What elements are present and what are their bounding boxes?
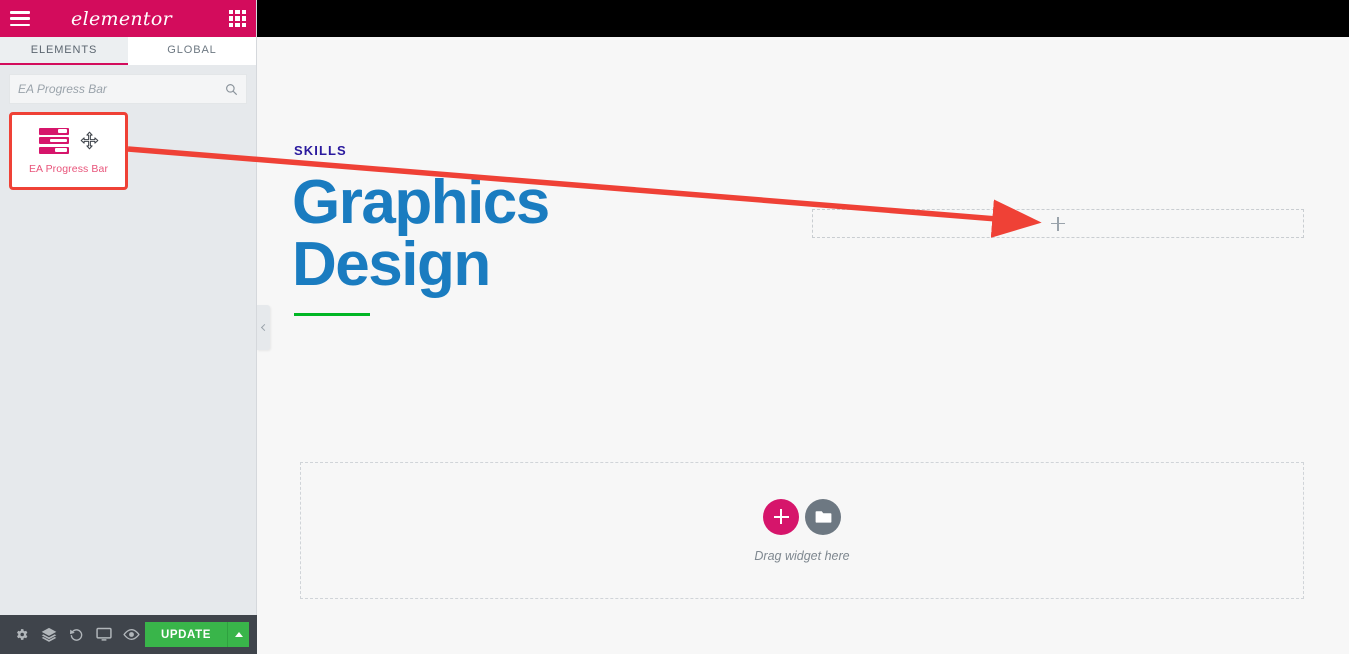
update-options-caret[interactable] xyxy=(227,622,249,647)
chevron-left-icon xyxy=(260,323,269,332)
panel-tabs: ELEMENTS GLOBAL xyxy=(0,37,256,65)
page-title: Graphics Design xyxy=(292,168,550,299)
search-box[interactable] xyxy=(9,74,247,104)
layers-navigator-icon[interactable] xyxy=(35,615,62,654)
section-drag-widget-area[interactable]: Drag widget here xyxy=(300,462,1304,599)
plus-icon xyxy=(773,509,789,524)
widget-card-label: EA Progress Bar xyxy=(28,162,109,175)
search-icon[interactable] xyxy=(225,83,238,96)
add-new-section-button[interactable] xyxy=(763,498,799,535)
heading-underline-rule xyxy=(294,313,370,316)
search-section xyxy=(0,65,256,104)
drag-widget-hint: Drag widget here xyxy=(754,548,850,563)
hamburger-icon[interactable] xyxy=(10,11,30,26)
tab-global[interactable]: GLOBAL xyxy=(128,37,256,65)
panel-header: elementor xyxy=(0,0,256,37)
widget-card-icons xyxy=(38,127,99,154)
column-dropzone-top[interactable] xyxy=(812,209,1304,238)
tab-elements[interactable]: ELEMENTS xyxy=(0,37,128,65)
headline-line-1: Graphics xyxy=(292,168,550,237)
headline-line-2: Design xyxy=(292,230,491,299)
search-input[interactable] xyxy=(18,82,225,96)
page-top-black-bar xyxy=(257,0,1349,37)
settings-gear-icon[interactable] xyxy=(8,615,35,654)
elementor-editor: SKILLS Graphics Design Drag widget here xyxy=(0,0,1349,654)
panel-footer-toolbar: UPDATE xyxy=(0,615,257,654)
progress-bar-icon xyxy=(38,127,69,154)
responsive-monitor-icon[interactable] xyxy=(90,615,117,654)
dropzone-buttons xyxy=(763,498,841,535)
preview-eye-icon[interactable] xyxy=(118,615,145,654)
elementor-panel: elementor ELEMENTS GLOBAL EA Progress Ba… xyxy=(0,0,257,654)
elementor-logo: elementor xyxy=(71,7,172,30)
move-arrows-icon[interactable] xyxy=(80,131,99,150)
caret-up-icon xyxy=(234,632,243,637)
history-undo-icon[interactable] xyxy=(63,615,90,654)
section-eyebrow: SKILLS xyxy=(294,143,347,158)
apps-grid-icon[interactable] xyxy=(228,10,246,27)
update-button[interactable]: UPDATE xyxy=(144,622,227,647)
widget-list: EA Progress Bar xyxy=(0,104,256,198)
folder-icon xyxy=(815,511,831,523)
widget-ea-progress-bar[interactable]: EA Progress Bar xyxy=(9,112,128,190)
plus-icon xyxy=(1051,216,1065,231)
add-template-button[interactable] xyxy=(805,498,841,535)
update-button-group: UPDATE xyxy=(144,622,249,647)
panel-collapse-handle[interactable] xyxy=(257,305,270,350)
